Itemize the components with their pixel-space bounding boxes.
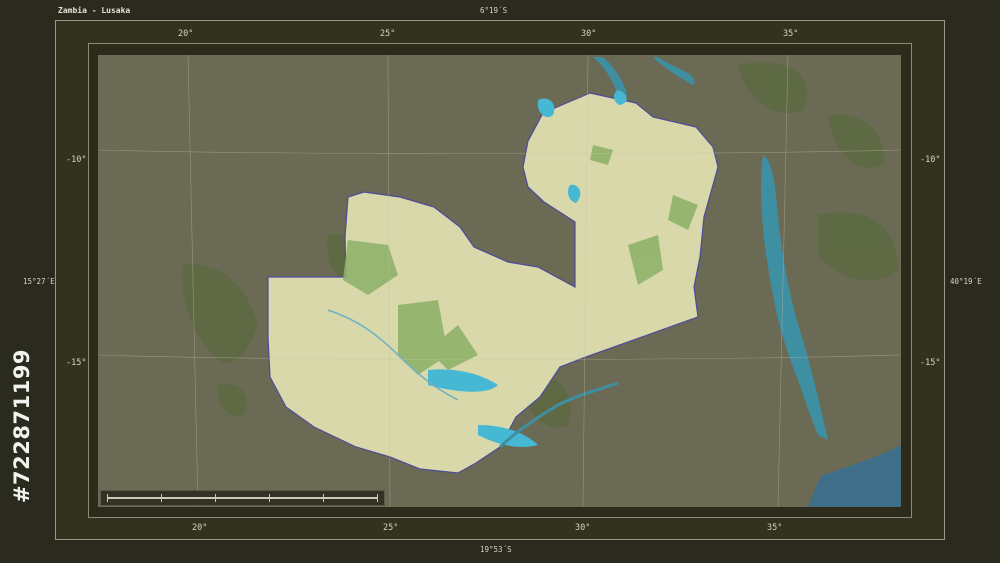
stock-id-watermark: #722871199	[2, 333, 42, 518]
lat-tick-left-15: -15°	[66, 358, 87, 368]
lon-tick-bottom-30: 30°	[575, 523, 591, 533]
scale-bar	[100, 490, 385, 506]
lon-tick-top-20: 20°	[178, 29, 194, 39]
left-longitude-label: 15°27´E	[23, 277, 55, 286]
scale-bar-tick	[377, 494, 378, 502]
scale-bar-tick	[215, 494, 216, 502]
lon-tick-top-30: 30°	[581, 29, 597, 39]
lat-tick-right-15: -15°	[920, 358, 941, 368]
lat-tick-right-10: -10°	[920, 155, 941, 165]
lat-tick-left-10: -10°	[66, 155, 87, 165]
stock-id-label: #722871199	[10, 348, 35, 503]
lon-tick-top-35: 35°	[783, 29, 799, 39]
lon-tick-top-25: 25°	[380, 29, 396, 39]
map-canvas[interactable]	[98, 55, 901, 507]
lon-tick-bottom-25: 25°	[383, 523, 399, 533]
map-title: Zambia - Lusaka	[58, 6, 131, 15]
lon-tick-bottom-35: 35°	[767, 523, 783, 533]
right-longitude-label: 40°19´E	[950, 277, 982, 286]
lon-tick-bottom-20: 20°	[192, 523, 208, 533]
scale-bar-tick	[161, 494, 162, 502]
scale-bar-line	[107, 497, 377, 499]
scale-bar-tick	[323, 494, 324, 502]
top-latitude-label: 6°19´S	[480, 6, 508, 15]
bottom-latitude-label: 19°53´S	[480, 545, 512, 554]
scale-bar-tick	[107, 494, 108, 502]
scale-bar-tick	[269, 494, 270, 502]
